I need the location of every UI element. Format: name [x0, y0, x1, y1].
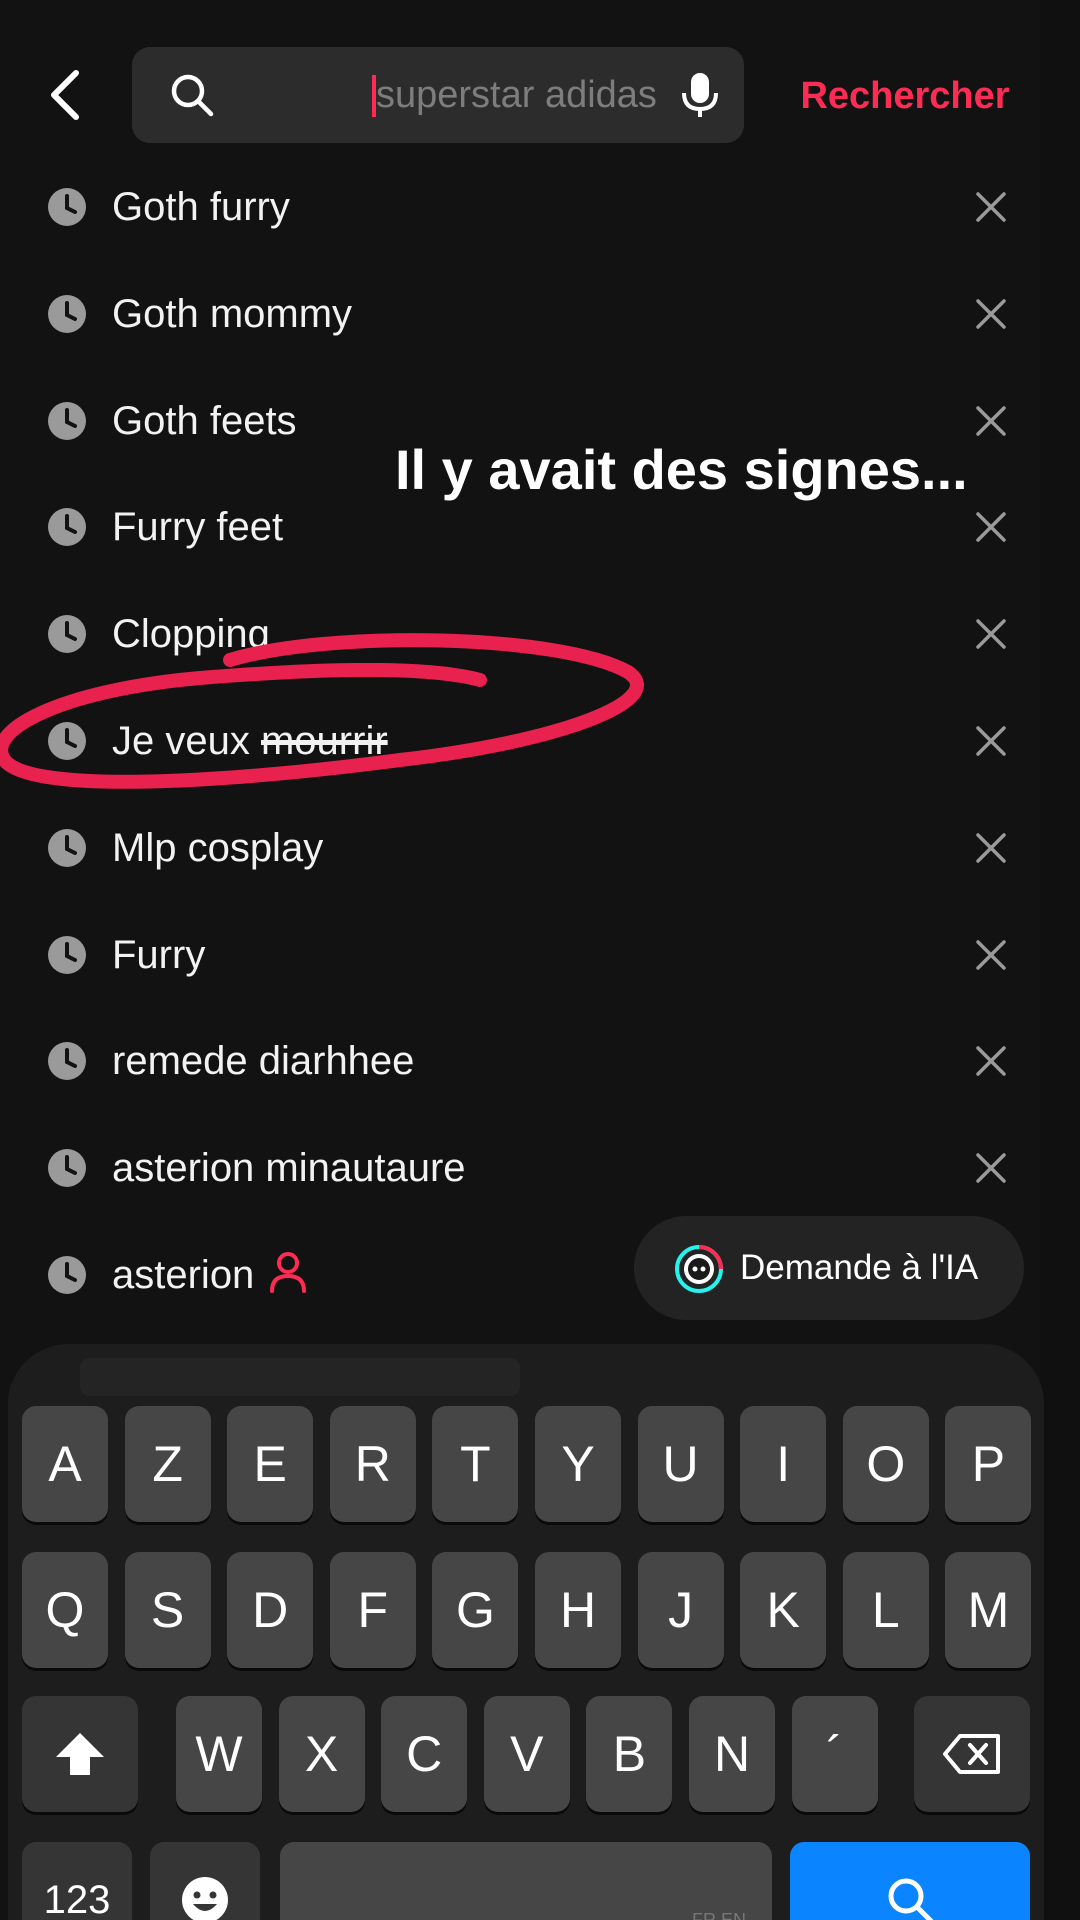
clock-icon — [48, 508, 86, 547]
history-item-label: Furry — [112, 928, 205, 982]
key-n[interactable]: N — [689, 1696, 775, 1812]
history-item-text: Furry feet — [112, 505, 284, 550]
key-b[interactable]: B — [586, 1696, 673, 1812]
key-r[interactable]: R — [329, 1406, 416, 1522]
ask-ai-button[interactable]: Demande à l'IA — [634, 1216, 1024, 1320]
history-item-label: asterion minautaure — [112, 1141, 466, 1195]
search-bar[interactable] — [132, 47, 796, 143]
clock-icon — [48, 188, 86, 226]
user-account-icon — [270, 1252, 307, 1293]
history-item-text: Mlp cosplay — [112, 825, 324, 870]
history-item-text: Goth furry — [112, 185, 290, 229]
key-p[interactable]: P — [945, 1406, 1032, 1522]
key-t[interactable]: T — [432, 1406, 519, 1522]
remove-icon[interactable] — [972, 1149, 1010, 1187]
keyboard-layout-hint: FR EN — [692, 1910, 746, 1920]
search-submit-button[interactable]: Rechercher — [770, 70, 1040, 122]
ai-assistant-icon — [675, 1245, 723, 1293]
overlay-caption: Il y avait des signes... — [395, 438, 968, 501]
key-l[interactable]: L — [842, 1552, 929, 1668]
key-j[interactable]: J — [637, 1552, 724, 1668]
key-z[interactable]: Z — [124, 1406, 211, 1522]
key-e[interactable]: E — [227, 1406, 314, 1522]
clock-icon — [48, 935, 86, 974]
numbers-key[interactable]: 123 — [22, 1842, 132, 1920]
key-m[interactable]: M — [945, 1552, 1032, 1668]
clock-icon — [48, 401, 86, 440]
history-item-label: Mlp cosplay — [112, 821, 323, 875]
back-button[interactable] — [36, 60, 96, 130]
history-item-label: asterion — [112, 1248, 308, 1302]
clock-icon — [48, 828, 86, 867]
history-item-text: asterion minautaure — [112, 1146, 466, 1191]
history-item[interactable]: Furry — [0, 902, 1040, 1008]
search-key[interactable] — [790, 1842, 1030, 1920]
remove-icon[interactable] — [972, 936, 1010, 974]
history-item-label: Furry feet — [112, 500, 283, 554]
key-u[interactable]: U — [637, 1406, 724, 1522]
remove-icon[interactable] — [972, 508, 1010, 546]
key-x[interactable]: X — [278, 1696, 365, 1812]
key-g[interactable]: G — [432, 1552, 519, 1668]
key-accent[interactable]: ´ — [791, 1696, 878, 1812]
key-o[interactable]: O — [842, 1406, 929, 1522]
key-f[interactable]: F — [329, 1552, 416, 1668]
key-q[interactable]: Q — [22, 1552, 108, 1668]
backspace-key[interactable] — [914, 1696, 1030, 1812]
key-v[interactable]: V — [483, 1696, 570, 1812]
remove-icon[interactable] — [972, 615, 1010, 653]
remove-icon[interactable] — [972, 829, 1010, 867]
search-icon — [171, 74, 214, 117]
history-item-label: Goth mommy — [112, 287, 352, 341]
remove-icon[interactable] — [972, 1042, 1010, 1080]
chevron-left-icon — [51, 70, 79, 120]
history-item-text: Furry — [112, 932, 206, 977]
key-i[interactable]: I — [740, 1406, 827, 1522]
key-k[interactable]: K — [740, 1552, 827, 1668]
shift-key[interactable] — [22, 1696, 138, 1812]
backspace-icon — [943, 1734, 1000, 1774]
clock-icon — [48, 1256, 86, 1294]
key-h[interactable]: H — [535, 1552, 621, 1668]
history-item-text: Goth mommy — [112, 291, 353, 336]
emoji-icon — [182, 1877, 228, 1920]
clock-icon — [48, 1042, 86, 1081]
key-y[interactable]: Y — [535, 1406, 621, 1522]
history-item[interactable]: asterion minautaure — [0, 1115, 1040, 1221]
key-s[interactable]: S — [124, 1552, 211, 1668]
search-input[interactable] — [376, 67, 796, 123]
history-item[interactable]: Goth mommy — [0, 261, 1040, 367]
key-c[interactable]: C — [381, 1696, 468, 1812]
scribble-circle-annotation — [0, 633, 644, 789]
search-screen: Rechercher Goth furry Goth mommy Goth feet… — [0, 0, 1080, 1920]
remove-icon[interactable] — [972, 295, 1010, 333]
key-w[interactable]: W — [176, 1696, 262, 1812]
history-item-label: Goth furry — [112, 180, 290, 234]
edge-shade — [1040, 0, 1080, 1920]
history-item[interactable]: remede diarhhee — [0, 1008, 1040, 1114]
key-d[interactable]: D — [227, 1552, 314, 1668]
clock-icon — [48, 1149, 86, 1188]
shift-icon — [56, 1733, 104, 1775]
keyboard-suggestion-strip — [80, 1358, 520, 1396]
history-item-text: asterion — [112, 1253, 255, 1297]
history-item-label: Goth feets — [112, 394, 297, 448]
history-item-label: remede diarhhee — [112, 1034, 414, 1088]
history-item-text: remede diarhhee — [112, 1039, 415, 1084]
remove-icon[interactable] — [972, 402, 1010, 440]
history-item-text: Goth feets — [112, 398, 297, 443]
history-item[interactable]: Goth furry — [0, 154, 1040, 260]
space-key[interactable] — [280, 1842, 772, 1920]
search-icon — [888, 1878, 934, 1920]
remove-icon[interactable] — [972, 722, 1010, 760]
emoji-key[interactable] — [150, 1842, 260, 1920]
microphone-icon[interactable] — [672, 67, 728, 123]
remove-icon[interactable] — [972, 188, 1010, 226]
clock-icon — [48, 294, 86, 333]
key-a[interactable]: A — [22, 1406, 108, 1522]
ask-ai-label: Demande à l'IA — [740, 1248, 979, 1287]
